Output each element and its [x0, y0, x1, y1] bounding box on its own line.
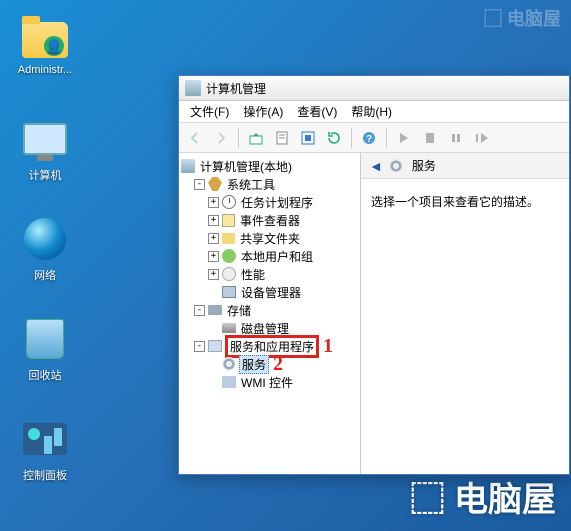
export-button[interactable] [322, 126, 346, 150]
tree-wmi[interactable]: WMI 控件 [181, 373, 358, 391]
menu-view[interactable]: 查看(V) [290, 101, 344, 122]
desktop-icon-label: 回收站 [10, 367, 80, 383]
annotation-1: 1 [323, 335, 333, 358]
svg-text:?: ? [366, 134, 372, 145]
pane-body: 选择一个项目来查看它的描述。 [361, 179, 569, 224]
expand-icon[interactable]: + [208, 197, 219, 208]
expand-icon[interactable]: + [208, 215, 219, 226]
tree-storage[interactable]: -存储 [181, 301, 358, 319]
content-area: 计算机管理(本地) -系统工具 +任务计划程序 +事件查看器 +共享文件夹 +本… [179, 153, 569, 474]
desktop-icon-administrator[interactable]: 👤 Administr... [10, 12, 80, 76]
gear-icon [222, 357, 236, 371]
desktop-icon-controlpanel[interactable]: 控制面板 [10, 415, 80, 483]
window-title: 计算机管理 [206, 80, 266, 97]
separator [386, 128, 387, 148]
performance-icon [222, 267, 236, 281]
tree-apps[interactable]: -服务和应用程序1 [181, 337, 358, 355]
menu-action[interactable]: 操作(A) [236, 101, 290, 122]
app-icon [185, 80, 201, 96]
help-button[interactable]: ? [357, 126, 381, 150]
forward-button [209, 126, 233, 150]
mgmt-icon [181, 159, 195, 173]
pane-back-icon[interactable]: ◄ [369, 158, 383, 174]
disk-icon [222, 323, 236, 333]
titlebar[interactable]: 计算机管理 [179, 76, 569, 101]
collapse-icon[interactable]: - [194, 179, 205, 190]
back-button [183, 126, 207, 150]
play-button [392, 126, 416, 150]
detail-pane: ◄ 服务 选择一个项目来查看它的描述。 [361, 153, 569, 474]
separator [238, 128, 239, 148]
users-icon [222, 249, 236, 263]
tree-systools[interactable]: -系统工具 [181, 175, 358, 193]
desktop-icon-network[interactable]: 网络 [10, 215, 80, 283]
folder-user-icon: 👤 [21, 12, 69, 60]
annotation-2: 2 [273, 353, 283, 376]
collapse-icon[interactable]: - [194, 305, 205, 316]
computer-management-window: 计算机管理 文件(F) 操作(A) 查看(V) 帮助(H) ? 计算机管理(本地… [178, 75, 570, 475]
watermark-bottom: ⬚ 电脑屋 [411, 472, 556, 521]
stop-button [444, 126, 468, 150]
collapse-icon[interactable]: - [194, 341, 205, 352]
tree-services[interactable]: 服务2 [181, 355, 358, 373]
clock-icon [222, 195, 236, 209]
computer-icon [21, 115, 69, 163]
recycle-bin-icon [21, 315, 69, 363]
pane-header: ◄ 服务 [361, 153, 569, 179]
tree-share[interactable]: +共享文件夹 [181, 229, 358, 247]
menubar: 文件(F) 操作(A) 查看(V) 帮助(H) [179, 101, 569, 123]
tree-event[interactable]: +事件查看器 [181, 211, 358, 229]
storage-icon [208, 305, 222, 315]
tree-panel: 计算机管理(本地) -系统工具 +任务计划程序 +事件查看器 +共享文件夹 +本… [179, 153, 361, 474]
separator [351, 128, 352, 148]
wmi-icon [222, 376, 236, 388]
tree-root[interactable]: 计算机管理(本地) [181, 157, 358, 175]
toolbar: ? [179, 123, 569, 153]
control-panel-icon [21, 415, 69, 463]
restart-button [470, 126, 494, 150]
network-icon [21, 215, 69, 263]
desktop-icon-label: Administr... [10, 64, 80, 76]
watermark-top: ⬚ 电脑屋 [484, 5, 561, 31]
tree-task[interactable]: +任务计划程序 [181, 193, 358, 211]
properties-button[interactable] [270, 126, 294, 150]
desktop-icon-label: 控制面板 [10, 467, 80, 483]
desktop-icon-label: 计算机 [10, 167, 80, 183]
tree-users[interactable]: +本地用户和组 [181, 247, 358, 265]
event-icon [222, 214, 235, 227]
desktop-icon-label: 网络 [10, 267, 80, 283]
expand-icon[interactable]: + [208, 251, 219, 262]
pause-button [418, 126, 442, 150]
tree-dev[interactable]: 设备管理器 [181, 283, 358, 301]
gear-icon [389, 159, 403, 173]
desktop-icon-recycle[interactable]: 回收站 [10, 315, 80, 383]
expand-icon[interactable]: + [208, 269, 219, 280]
pane-title: 服务 [412, 157, 436, 174]
tools-icon [208, 177, 222, 191]
refresh-button[interactable] [296, 126, 320, 150]
desktop-icon-computer[interactable]: 计算机 [10, 115, 80, 183]
menu-file[interactable]: 文件(F) [183, 101, 236, 122]
device-icon [222, 286, 236, 298]
tree-perf[interactable]: +性能 [181, 265, 358, 283]
apps-icon [208, 340, 222, 352]
folder-share-icon [222, 233, 235, 244]
expand-icon[interactable]: + [208, 233, 219, 244]
menu-help[interactable]: 帮助(H) [344, 101, 399, 122]
up-button[interactable] [244, 126, 268, 150]
